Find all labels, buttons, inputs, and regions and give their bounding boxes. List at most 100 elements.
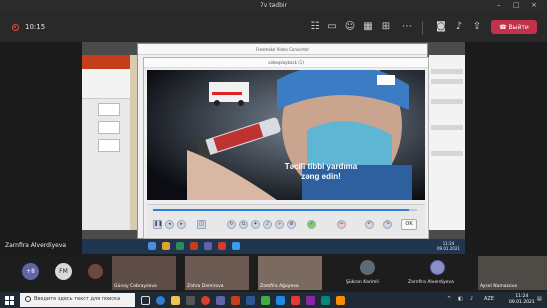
language-indicator[interactable]: AZE	[484, 296, 494, 302]
participant-avatar	[430, 260, 445, 275]
participant-name: Zəmfira Ağayeva	[260, 284, 299, 289]
slide-thumbnail[interactable]	[98, 139, 120, 152]
ambulance-wheel	[214, 100, 220, 106]
pause-icon[interactable]: ❚❚	[153, 220, 162, 229]
meeting-controls-bar: 10:15 ☷ ▭ ☺ ▦ ⊞ ⋯ ◙ ♪ ⇪ ☎ Выйти	[0, 12, 547, 42]
shared-desktop: Freemake Video Converter videoplayback (…	[82, 42, 465, 254]
participant-video-tile[interactable]: Zəhra Dəmirova	[185, 256, 249, 290]
participant-video-tile[interactable]: Günay Cəbrayılova	[112, 256, 176, 290]
shared-taskbar: 11:24 09.01.2021	[82, 239, 465, 254]
caption-line: zəng edin!	[301, 172, 341, 181]
cut-icon[interactable]: ✂	[337, 220, 346, 229]
participant-name: Zəhra Dəmirova	[187, 284, 224, 289]
player-controls: ❚❚ ◂ ▸ ◫ ↻ ⇆ ✦ ♪ » ⚙ ✓ ✂ ↶ ↷ OK	[147, 204, 425, 236]
participant-avatar	[360, 260, 375, 275]
title-bar: 7v tədbir – □ ×	[0, 0, 547, 12]
shared-screen-area: Freemake Video Converter videoplayback (…	[0, 42, 547, 254]
slide-thumbnail[interactable]	[98, 103, 120, 116]
slide-thumbnail[interactable]	[98, 121, 120, 134]
chat-icon[interactable]: ▭	[325, 21, 339, 33]
app-icon	[176, 242, 184, 250]
file-explorer-icon[interactable]	[171, 296, 180, 305]
flip-icon[interactable]: ⇆	[239, 220, 248, 229]
notifications-icon[interactable]: ▤	[537, 296, 542, 302]
browser-icon[interactable]	[156, 296, 165, 305]
redo-icon[interactable]: ↷	[383, 220, 392, 229]
word-icon[interactable]	[246, 296, 255, 305]
meeting-timer: 10:15	[25, 23, 46, 31]
volume-icon[interactable]: ♪	[263, 220, 272, 229]
maximize-icon[interactable]: □	[513, 1, 520, 9]
video-converter-icon[interactable]	[261, 296, 270, 305]
video-frame[interactable]: Təcili tibbi yardıma zəng edin!	[147, 70, 425, 200]
reactions-icon[interactable]: ☺	[343, 21, 357, 33]
seek-bar-fill	[153, 209, 410, 211]
more-options-icon[interactable]: ⋯	[400, 21, 414, 33]
leave-button[interactable]: ☎ Выйти	[491, 20, 537, 34]
previous-icon[interactable]: ◂	[165, 220, 174, 229]
chrome-icon[interactable]	[201, 296, 210, 305]
app-icon	[204, 242, 212, 250]
app-icon[interactable]	[321, 296, 330, 305]
video-converter-window: Freemake Video Converter videoplayback (…	[137, 43, 429, 239]
seek-bar[interactable]	[153, 209, 417, 211]
app-icon[interactable]	[306, 296, 315, 305]
crop-icon[interactable]: ◫	[197, 220, 206, 229]
app-icon	[190, 242, 198, 250]
panel-line	[431, 99, 463, 104]
app-icon	[232, 242, 240, 250]
task-view-icon[interactable]	[141, 296, 150, 305]
apps-icon[interactable]: ⊞	[379, 21, 393, 33]
shared-clock: 11:24 09.01.2021	[437, 241, 460, 251]
share-screen-icon[interactable]: ⇪	[470, 21, 484, 33]
speed-icon[interactable]: »	[275, 220, 284, 229]
microphone-icon[interactable]: ♪	[452, 21, 466, 33]
rotate-icon[interactable]: ↻	[227, 220, 236, 229]
participants-icon[interactable]: ☷	[308, 21, 322, 33]
teams-icon[interactable]	[216, 296, 225, 305]
store-icon[interactable]	[186, 296, 195, 305]
powerpoint-icon[interactable]	[231, 296, 240, 305]
presenter-name: Zarnfira Alverdiyeva	[5, 242, 67, 249]
taskbar-clock[interactable]: 11:24 09.01.2021	[509, 294, 535, 306]
taskbar-date: 09.01.2021	[509, 300, 535, 305]
network-icon[interactable]: ◧	[458, 296, 463, 302]
ambulance-wheel	[238, 100, 244, 106]
panel-line	[431, 79, 463, 84]
more-participants-chip[interactable]: +8	[22, 263, 39, 280]
leave-button-label: Выйти	[508, 23, 529, 31]
video-caption: Təcili tibbi yardıma zəng edin!	[275, 162, 367, 182]
settings-icon[interactable]: ⚙	[287, 220, 296, 229]
teams-meeting-window: 7v tədbir – □ × 10:15 ☷ ▭ ☺ ▦ ⊞ ⋯ ◙ ♪ ⇪ …	[0, 0, 547, 308]
next-icon[interactable]: ▸	[177, 220, 186, 229]
app-icon[interactable]	[291, 296, 300, 305]
volume-tray-icon[interactable]: ♪	[470, 296, 473, 302]
camera-icon[interactable]: ◙	[434, 21, 448, 33]
participant-name: Günay Cəbrayılova	[114, 284, 157, 289]
app-icon[interactable]	[276, 296, 285, 305]
participant-name: Zərnfira Alverdiyeva	[408, 280, 454, 285]
participant-video-tile[interactable]: Zəmfira Ağayeva	[258, 256, 322, 290]
close-icon[interactable]: ×	[531, 1, 537, 9]
effect-icon[interactable]: ✦	[251, 220, 260, 229]
rooms-icon[interactable]: ▦	[361, 21, 375, 33]
ok-button[interactable]: OK	[401, 219, 417, 230]
channel-logo	[377, 75, 395, 85]
taskbar-search-box[interactable]: Введите здесь текст для поиска	[20, 293, 135, 307]
windows-taskbar: Введите здесь текст для поиска ^ ◧ ♪ AZE…	[0, 292, 547, 308]
participant-video-tile[interactable]: Aysel Namazova	[478, 256, 547, 290]
undo-icon[interactable]: ↶	[365, 220, 374, 229]
panel-line	[431, 151, 463, 156]
windows-start-icon[interactable]	[5, 296, 14, 305]
participant-initials-avatar[interactable]: FM	[55, 263, 72, 280]
player-title: videoplayback (1)	[144, 58, 428, 68]
app-icon[interactable]	[336, 296, 345, 305]
confirm-icon[interactable]: ✓	[307, 220, 316, 229]
app-icon	[218, 242, 226, 250]
powerpoint-toolbar	[82, 69, 130, 99]
minimize-icon[interactable]: –	[497, 1, 501, 9]
participant-name: Aysel Namazova	[480, 284, 518, 289]
powerpoint-ribbon	[82, 55, 130, 69]
tray-chevron-icon[interactable]: ^	[447, 296, 451, 302]
recording-icon	[12, 24, 19, 31]
